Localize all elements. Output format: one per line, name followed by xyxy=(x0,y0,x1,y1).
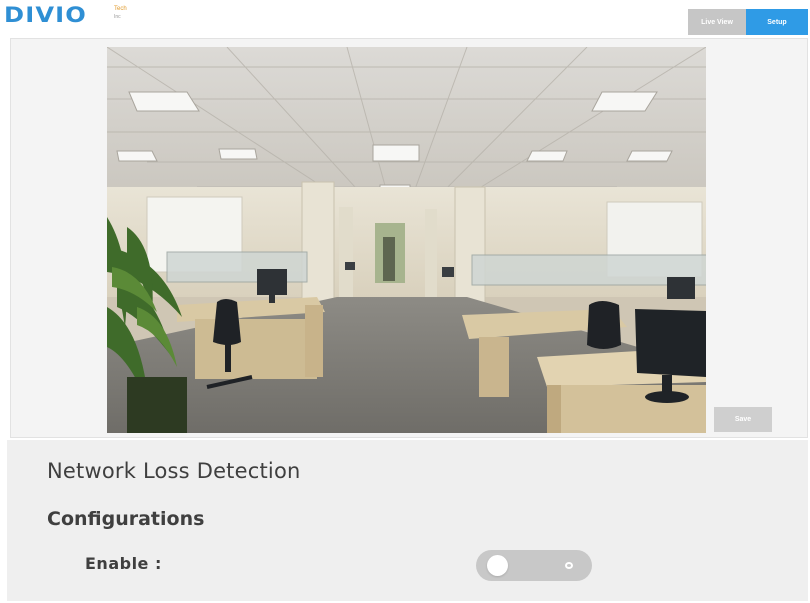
enable-label: Enable : xyxy=(85,554,162,573)
enable-toggle[interactable] xyxy=(476,550,592,581)
configurations-heading: Configurations xyxy=(47,508,205,530)
office-scene-image xyxy=(107,47,706,433)
tab-setup[interactable]: Setup xyxy=(746,9,808,35)
settings-section: Network Loss Detection Configurations En… xyxy=(7,440,808,601)
camera-preview xyxy=(107,47,706,433)
toggle-knob xyxy=(487,555,508,576)
tab-live-view[interactable]: Live View xyxy=(688,9,746,35)
setup-page: DIVIO Tech Inc Live View Setup Save Netw… xyxy=(0,0,810,603)
logo-suffix: Inc xyxy=(114,14,121,20)
video-panel: Save xyxy=(10,38,808,438)
toggle-off-indicator-icon xyxy=(565,562,573,569)
logo-text: DIVIO xyxy=(4,3,87,27)
view-tabs: Live View Setup xyxy=(688,9,808,35)
save-button[interactable]: Save xyxy=(714,407,772,432)
top-bar: DIVIO Tech Inc Live View Setup xyxy=(0,0,810,38)
page-title: Network Loss Detection xyxy=(47,459,301,483)
logo-tagline: Tech xyxy=(114,6,127,12)
brand-logo: DIVIO Tech Inc xyxy=(4,4,127,28)
